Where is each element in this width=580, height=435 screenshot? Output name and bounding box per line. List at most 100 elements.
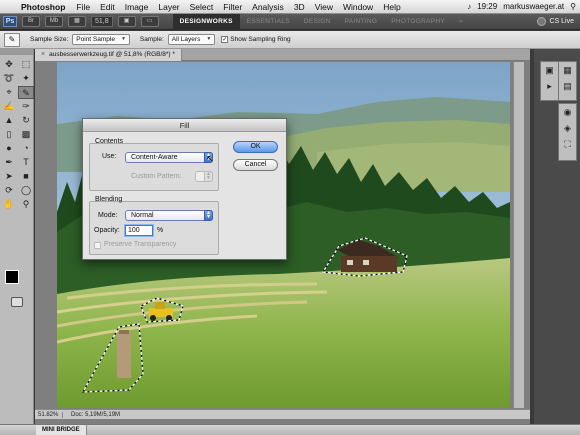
menu-view[interactable]: View	[315, 2, 333, 12]
dodge-tool-icon[interactable]: ◔	[18, 142, 34, 155]
view-extras-button[interactable]: ▦	[68, 16, 86, 27]
zoom-tool-icon[interactable]: ⚲	[18, 198, 34, 211]
3d-orbit-tool-icon[interactable]: ◯	[18, 184, 34, 197]
swatches-panel-icon[interactable]: ▦	[559, 62, 576, 78]
eraser-tool-icon[interactable]: ▯	[1, 128, 17, 141]
show-sampling-ring-checkbox[interactable]: ✓ Show Sampling Ring	[221, 36, 291, 43]
ps-logo: Ps	[3, 16, 17, 27]
quick-mask-icon[interactable]	[11, 297, 23, 307]
app-menu[interactable]: Photoshop	[21, 2, 65, 12]
sample-select[interactable]: All Layers ▼	[167, 34, 216, 45]
status-bar: 51.82% Doc: 5,19M/5,19M	[35, 409, 530, 419]
use-value: Content-Aware	[131, 154, 178, 161]
preserve-transparency-checkbox[interactable]	[94, 242, 101, 249]
launch-minibridge-button[interactable]: Mb	[45, 16, 63, 27]
workspace-design[interactable]: DESIGN	[297, 14, 338, 30]
lasso-tool-icon[interactable]: ➰	[1, 72, 17, 85]
menu-filter[interactable]: Filter	[223, 2, 242, 12]
type-tool-icon[interactable]: T	[18, 156, 34, 169]
sample-size-select[interactable]: Point Sample ▼	[72, 34, 130, 45]
cs-live-icon	[537, 17, 547, 26]
gradient-tool-icon[interactable]: ▩	[18, 128, 34, 141]
status-doc-size[interactable]: Doc: 5,19M/5,19M	[63, 412, 120, 418]
menu-file[interactable]: File	[76, 2, 90, 12]
marquee-tool-icon[interactable]: ⬚	[18, 58, 34, 71]
workspace-switcher: DESIGNWORKS ESSENTIALS DESIGN PAINTING P…	[172, 13, 470, 30]
menu-select[interactable]: Select	[190, 2, 214, 12]
stepper-icon: ▲ ▼	[204, 171, 213, 182]
clone-stamp-tool-icon[interactable]: ▲	[1, 114, 17, 127]
menu-analysis[interactable]: Analysis	[252, 2, 284, 12]
document-tab[interactable]: × ausbesserwerkzeug.tif @ 51,8% (RGB/8*)…	[35, 49, 182, 61]
mode-select[interactable]: Normal ▲ ▼	[125, 210, 213, 221]
workspace-essentials[interactable]: ESSENTIALS	[240, 14, 297, 30]
workspace-designworks[interactable]: DESIGNWORKS	[172, 13, 240, 30]
custom-pattern-picker[interactable]: ▲ ▼	[195, 171, 213, 182]
photoshop-window: Photoshop File Edit Image Layer Select F…	[0, 0, 580, 435]
mini-bridge-bar: MINI BRIDGE	[0, 424, 580, 435]
clock[interactable]: 19:29	[477, 2, 497, 11]
eyedropper-tool-icon[interactable]: ✎	[18, 86, 34, 99]
pen-tool-icon[interactable]: ✒	[1, 156, 17, 169]
vertical-scrollbar[interactable]	[513, 62, 524, 408]
cs-live-button[interactable]: CS Live	[537, 17, 574, 26]
foreground-color-swatch[interactable]	[5, 270, 19, 284]
channels-panel-icon[interactable]: ◈	[559, 120, 576, 136]
chevron-down-icon: ▼	[206, 36, 212, 42]
layers-panel-icon[interactable]: ◉	[559, 104, 576, 120]
use-select[interactable]: Content-Aware ▲ ▼	[125, 152, 213, 163]
panel-group-a: ▣ ▸	[540, 61, 559, 101]
launch-bridge-button[interactable]: Br	[22, 16, 40, 27]
preserve-transparency-label: Preserve Transparency	[104, 241, 177, 248]
status-zoom-field[interactable]: 51.82%	[35, 411, 63, 418]
close-icon[interactable]: ×	[41, 49, 45, 61]
mode-label: Mode:	[98, 212, 118, 219]
move-tool-icon[interactable]: ✥	[1, 58, 17, 71]
cancel-button[interactable]: Cancel	[233, 159, 278, 171]
menu-image[interactable]: Image	[125, 2, 149, 12]
use-label: Use:	[102, 153, 117, 160]
shape-tool-icon[interactable]: ■	[18, 170, 34, 183]
brush-tool-icon[interactable]: ✑	[18, 100, 34, 113]
screen-mode-button[interactable]: ▭	[140, 16, 159, 27]
paths-panel-icon[interactable]: ⛶	[559, 136, 576, 152]
eyedropper-icon[interactable]: ✎	[4, 32, 20, 47]
user-name[interactable]: markuswaeger.at	[503, 2, 564, 11]
mini-bridge-tab[interactable]: MINI BRIDGE	[36, 425, 87, 435]
mode-value: Normal	[131, 212, 154, 219]
history-brush-tool-icon[interactable]: ↻	[18, 114, 34, 127]
volume-icon[interactable]: ♪	[467, 2, 471, 11]
application-bar: Ps Br Mb ▦ 51,8 ▣ ▭ DESIGNWORKS ESSENTIA…	[0, 13, 580, 30]
checkbox-checked-icon[interactable]: ✓	[221, 36, 229, 43]
blending-group-title: Blending	[95, 196, 123, 203]
right-panel-dock: ▣ ▸ ▦ ▤ ◉ ◈ ⛶	[534, 49, 580, 424]
menu-edit[interactable]: Edit	[100, 2, 115, 12]
healing-brush-tool-icon[interactable]: ✍	[1, 100, 17, 113]
blur-tool-icon[interactable]: ●	[1, 142, 17, 155]
arrange-documents-button[interactable]: ▣	[117, 16, 136, 27]
hand-tool-icon[interactable]: ✋	[1, 198, 17, 211]
adjustments-panel-icon[interactable]: ▸	[541, 78, 558, 94]
contents-group-title: Contents	[95, 138, 124, 145]
path-select-tool-icon[interactable]: ➤	[1, 170, 17, 183]
color-panel-icon[interactable]: ▣	[541, 62, 558, 78]
crop-tool-icon[interactable]: ⌖	[1, 86, 17, 99]
spotlight-icon[interactable]: ⚲	[570, 2, 576, 11]
menu-window[interactable]: Window	[343, 2, 373, 12]
ok-button[interactable]: OK	[233, 141, 278, 153]
menubar-status: ♪ 19:29 markuswaeger.at ⚲	[467, 2, 580, 11]
opacity-input[interactable]: 100	[125, 225, 153, 236]
workspace-more[interactable]: »	[452, 14, 470, 30]
menu-help[interactable]: Help	[383, 2, 400, 12]
tools-panel: ✥ ⬚ ➰ ✦ ⌖ ✎ ✍ ✑ ▲ ↻ ▯ ▩ ● ◔ ✒ T ➤ ■ ⟳ ◯ …	[0, 49, 34, 424]
menu-3d[interactable]: 3D	[294, 2, 305, 12]
quick-select-tool-icon[interactable]: ✦	[18, 72, 34, 85]
3d-rotate-tool-icon[interactable]: ⟳	[1, 184, 17, 197]
zoom-level[interactable]: 51,8	[91, 16, 113, 27]
sample-value: All Layers	[171, 36, 201, 43]
styles-panel-icon[interactable]: ▤	[559, 78, 576, 94]
panel-group-c: ◉ ◈ ⛶	[558, 103, 577, 161]
menu-layer[interactable]: Layer	[158, 2, 179, 12]
workspace-painting[interactable]: PAINTING	[338, 14, 385, 30]
workspace-photography[interactable]: PHOTOGRAPHY	[384, 14, 452, 30]
